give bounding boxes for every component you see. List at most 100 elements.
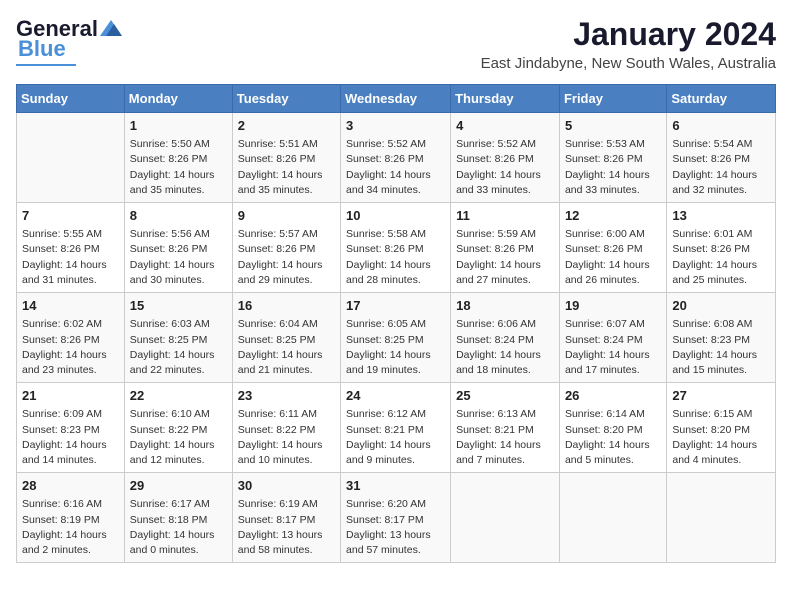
day-number: 19	[565, 297, 661, 315]
calendar-cell: 21Sunrise: 6:09 AM Sunset: 8:23 PM Dayli…	[17, 383, 125, 473]
day-content: Sunrise: 6:11 AM Sunset: 8:22 PM Dayligh…	[238, 407, 335, 468]
day-number: 16	[238, 297, 335, 315]
logo: General Blue	[16, 16, 122, 66]
calendar-cell: 24 Sunrise: 6:12 AM Sunset: 8:21 PM Dayli…	[341, 383, 451, 473]
day-header-friday: Friday	[559, 85, 666, 113]
day-content: Sunrise: 6:08 AM Sunset: 8:23 PM Dayligh…	[672, 317, 770, 378]
day-number: 22	[130, 387, 227, 405]
day-content: Sunrise: 5:56 AM Sunset: 8:26 PM Dayligh…	[130, 227, 227, 288]
day-number: 18	[456, 297, 554, 315]
calendar-cell: 28 Sunrise: 6:16 AM Sunset: 8:19 PM Dayli…	[17, 473, 125, 563]
day-number: 3	[346, 117, 445, 135]
calendar-cell	[559, 473, 666, 563]
logo-blue: Blue	[16, 36, 66, 62]
calendar-cell: 8 Sunrise: 5:56 AM Sunset: 8:26 PM Daylig…	[124, 203, 232, 293]
calendar-week-1: 1 Sunrise: 5:50 AM Sunset: 8:26 PM Daylig…	[17, 113, 776, 203]
day-number: 6	[672, 117, 770, 135]
day-number: 11	[456, 207, 554, 225]
day-content: Sunrise: 5:50 AM Sunset: 8:26 PM Dayligh…	[130, 137, 227, 198]
calendar-cell: 31 Sunrise: 6:20 AM Sunset: 8:17 PM Dayli…	[341, 473, 451, 563]
day-content: Sunrise: 6:16 AM Sunset: 8:19 PM Dayligh…	[22, 497, 119, 558]
day-number: 21	[22, 387, 119, 405]
calendar-cell: 14 Sunrise: 6:02 AM Sunset: 8:26 PM Dayli…	[17, 293, 125, 383]
day-content: Sunrise: 6:14 AM Sunset: 8:20 PM Dayligh…	[565, 407, 661, 468]
day-number: 10	[346, 207, 445, 225]
day-content: Sunrise: 6:00 AM Sunset: 8:26 PM Dayligh…	[565, 227, 661, 288]
day-content: Sunrise: 5:51 AM Sunset: 8:26 PM Dayligh…	[238, 137, 335, 198]
title-area: January 2024 East Jindabyne, New South W…	[481, 16, 776, 72]
calendar-cell: 16 Sunrise: 6:04 AM Sunset: 8:25 PM Dayli…	[232, 293, 340, 383]
day-header-sunday: Sunday	[17, 85, 125, 113]
day-header-monday: Monday	[124, 85, 232, 113]
day-number: 24	[346, 387, 445, 405]
day-content: Sunrise: 5:55 AM Sunset: 8:26 PM Dayligh…	[22, 227, 119, 288]
day-number: 14	[22, 297, 119, 315]
day-content: Sunrise: 6:13 AM Sunset: 8:21 PM Dayligh…	[456, 407, 554, 468]
day-content: Sunrise: 6:03 AM Sunset: 8:25 PM Dayligh…	[130, 317, 227, 378]
day-header-wednesday: Wednesday	[341, 85, 451, 113]
day-content: Sunrise: 6:01 AM Sunset: 8:26 PM Dayligh…	[672, 227, 770, 288]
page-subtitle: East Jindabyne, New South Wales, Austral…	[481, 55, 776, 72]
day-number: 1	[130, 117, 227, 135]
day-content: Sunrise: 5:53 AM Sunset: 8:26 PM Dayligh…	[565, 137, 661, 198]
calendar-header-row: SundayMondayTuesdayWednesdayThursdayFrid…	[17, 85, 776, 113]
logo-underline	[16, 64, 76, 66]
calendar-cell: 2 Sunrise: 5:51 AM Sunset: 8:26 PM Daylig…	[232, 113, 340, 203]
day-number: 31	[346, 477, 445, 495]
calendar-cell: 30Sunrise: 6:19 AM Sunset: 8:17 PM Dayli…	[232, 473, 340, 563]
calendar-week-2: 7Sunrise: 5:55 AM Sunset: 8:26 PM Daylig…	[17, 203, 776, 293]
day-number: 15	[130, 297, 227, 315]
calendar-cell: 20 Sunrise: 6:08 AM Sunset: 8:23 PM Dayli…	[667, 293, 776, 383]
calendar-cell: 6 Sunrise: 5:54 AM Sunset: 8:26 PM Daylig…	[667, 113, 776, 203]
calendar-cell: 4Sunrise: 5:52 AM Sunset: 8:26 PM Daylig…	[451, 113, 560, 203]
day-content: Sunrise: 6:02 AM Sunset: 8:26 PM Dayligh…	[22, 317, 119, 378]
calendar-cell: 10 Sunrise: 5:58 AM Sunset: 8:26 PM Dayli…	[341, 203, 451, 293]
calendar-cell	[451, 473, 560, 563]
day-number: 9	[238, 207, 335, 225]
calendar-cell: 26Sunrise: 6:14 AM Sunset: 8:20 PM Dayli…	[559, 383, 666, 473]
day-number: 27	[672, 387, 770, 405]
day-content: Sunrise: 6:07 AM Sunset: 8:24 PM Dayligh…	[565, 317, 661, 378]
calendar-week-3: 14 Sunrise: 6:02 AM Sunset: 8:26 PM Dayli…	[17, 293, 776, 383]
calendar-week-5: 28 Sunrise: 6:16 AM Sunset: 8:19 PM Dayli…	[17, 473, 776, 563]
day-content: Sunrise: 5:52 AM Sunset: 8:26 PM Dayligh…	[346, 137, 445, 198]
day-number: 5	[565, 117, 661, 135]
day-header-tuesday: Tuesday	[232, 85, 340, 113]
calendar-cell: 19 Sunrise: 6:07 AM Sunset: 8:24 PM Dayli…	[559, 293, 666, 383]
day-number: 12	[565, 207, 661, 225]
calendar-cell: 5 Sunrise: 5:53 AM Sunset: 8:26 PM Daylig…	[559, 113, 666, 203]
day-number: 28	[22, 477, 119, 495]
calendar-cell: 27Sunrise: 6:15 AM Sunset: 8:20 PM Dayli…	[667, 383, 776, 473]
calendar-cell: 18 Sunrise: 6:06 AM Sunset: 8:24 PM Dayli…	[451, 293, 560, 383]
calendar-cell: 1 Sunrise: 5:50 AM Sunset: 8:26 PM Daylig…	[124, 113, 232, 203]
day-content: Sunrise: 6:10 AM Sunset: 8:22 PM Dayligh…	[130, 407, 227, 468]
calendar-cell: 23 Sunrise: 6:11 AM Sunset: 8:22 PM Dayli…	[232, 383, 340, 473]
calendar-week-4: 21Sunrise: 6:09 AM Sunset: 8:23 PM Dayli…	[17, 383, 776, 473]
calendar-cell: 7Sunrise: 5:55 AM Sunset: 8:26 PM Daylig…	[17, 203, 125, 293]
day-number: 2	[238, 117, 335, 135]
day-content: Sunrise: 6:20 AM Sunset: 8:17 PM Dayligh…	[346, 497, 445, 558]
day-number: 13	[672, 207, 770, 225]
calendar-body: 1 Sunrise: 5:50 AM Sunset: 8:26 PM Daylig…	[17, 113, 776, 563]
day-content: Sunrise: 6:12 AM Sunset: 8:21 PM Dayligh…	[346, 407, 445, 468]
day-content: Sunrise: 6:19 AM Sunset: 8:17 PM Dayligh…	[238, 497, 335, 558]
day-header-thursday: Thursday	[451, 85, 560, 113]
day-number: 8	[130, 207, 227, 225]
calendar-cell: 17Sunrise: 6:05 AM Sunset: 8:25 PM Dayli…	[341, 293, 451, 383]
day-content: Sunrise: 6:04 AM Sunset: 8:25 PM Dayligh…	[238, 317, 335, 378]
day-header-saturday: Saturday	[667, 85, 776, 113]
day-number: 29	[130, 477, 227, 495]
day-content: Sunrise: 5:52 AM Sunset: 8:26 PM Dayligh…	[456, 137, 554, 198]
day-content: Sunrise: 6:06 AM Sunset: 8:24 PM Dayligh…	[456, 317, 554, 378]
calendar-cell: 9Sunrise: 5:57 AM Sunset: 8:26 PM Daylig…	[232, 203, 340, 293]
day-number: 23	[238, 387, 335, 405]
day-content: Sunrise: 5:58 AM Sunset: 8:26 PM Dayligh…	[346, 227, 445, 288]
calendar-cell: 3 Sunrise: 5:52 AM Sunset: 8:26 PM Daylig…	[341, 113, 451, 203]
calendar-cell: 15 Sunrise: 6:03 AM Sunset: 8:25 PM Dayli…	[124, 293, 232, 383]
calendar-cell	[667, 473, 776, 563]
calendar-cell	[17, 113, 125, 203]
day-content: Sunrise: 5:54 AM Sunset: 8:26 PM Dayligh…	[672, 137, 770, 198]
day-number: 20	[672, 297, 770, 315]
day-content: Sunrise: 5:59 AM Sunset: 8:26 PM Dayligh…	[456, 227, 554, 288]
calendar-cell: 29Sunrise: 6:17 AM Sunset: 8:18 PM Dayli…	[124, 473, 232, 563]
